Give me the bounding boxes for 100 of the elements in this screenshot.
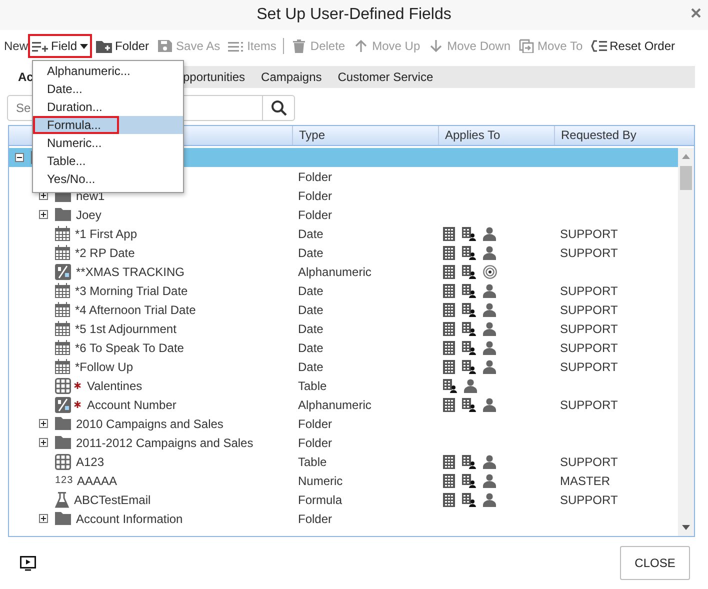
building-icon — [443, 322, 455, 336]
requested-by-cell: SUPPORT — [560, 398, 618, 412]
moveto-icon — [518, 39, 534, 53]
column-header[interactable]: Requested By — [554, 126, 694, 145]
building-icon — [443, 264, 455, 278]
person-icon — [483, 284, 496, 298]
expand-icon[interactable] — [39, 438, 48, 447]
type-cell: Date — [298, 302, 324, 316]
field-name: *4 Afternoon Trial Date — [75, 302, 196, 316]
up-icon — [353, 39, 370, 53]
building-person-icon — [462, 454, 476, 468]
type-cell: Alphanumeric — [298, 264, 372, 278]
numeric-icon: 123 — [55, 475, 72, 486]
building-person-icon — [462, 302, 476, 316]
field-name: *3 Morning Trial Date — [75, 284, 188, 298]
column-header[interactable]: Type — [292, 126, 438, 145]
type-cell: Folder — [298, 208, 332, 222]
building-icon — [443, 302, 455, 316]
type-cell: Folder — [298, 170, 332, 184]
menu-item[interactable]: Date... — [33, 80, 183, 98]
tab[interactable]: Campaigns — [253, 66, 330, 88]
menu-item[interactable]: Yes/No... — [33, 170, 183, 188]
expand-icon[interactable] — [39, 210, 48, 219]
field-name: *6 To Speak To Date — [75, 340, 184, 354]
search-button[interactable] — [263, 95, 295, 121]
field-name: *2 RP Date — [75, 246, 135, 260]
field-name: *Follow Up — [75, 360, 134, 374]
folder-icon — [55, 417, 71, 430]
menu-item[interactable]: Formula... — [33, 116, 183, 134]
field-name: 2010 Campaigns and Sales — [76, 416, 224, 430]
requested-by-cell: SUPPORT — [560, 454, 618, 468]
alphanumeric-icon — [55, 396, 71, 412]
person-icon — [483, 492, 496, 506]
menu-item[interactable]: Duration... — [33, 98, 183, 116]
requested-by-cell: SUPPORT — [560, 302, 618, 316]
calendar-icon — [55, 226, 70, 241]
type-cell: Folder — [298, 416, 332, 430]
scroll-down-icon[interactable] — [682, 525, 690, 530]
person-icon — [483, 454, 496, 468]
type-cell: Formula — [298, 492, 342, 506]
new-label: New — [4, 39, 28, 53]
scrollbar-thumb[interactable] — [680, 166, 692, 190]
field-name: Account Information — [76, 512, 183, 526]
building-person-icon — [462, 322, 476, 336]
slideshow-icon[interactable] — [20, 556, 36, 570]
type-cell: Folder — [298, 188, 332, 202]
target-icon — [483, 264, 497, 278]
folder-button[interactable]: Folder — [92, 34, 154, 58]
person-icon — [483, 340, 496, 354]
menu-item[interactable]: Alphanumeric... — [33, 62, 183, 80]
column-header[interactable]: Applies To — [438, 126, 554, 145]
requested-by-cell: SUPPORT — [560, 360, 618, 374]
requested-by-cell: SUPPORT — [560, 492, 618, 506]
building-icon — [443, 474, 455, 488]
person-icon — [483, 322, 496, 336]
type-cell: Table — [298, 378, 327, 392]
building-person-icon — [462, 284, 476, 298]
field-button[interactable]: Field — [28, 34, 92, 58]
building-person-icon — [462, 264, 476, 278]
folder-icon — [55, 208, 71, 221]
scrollbar[interactable] — [678, 148, 694, 536]
type-cell: Date — [298, 340, 324, 354]
calendar-icon — [55, 245, 70, 260]
building-person-icon — [462, 246, 476, 260]
requested-by-cell: SUPPORT — [560, 226, 618, 240]
building-icon — [443, 398, 455, 412]
person-icon — [464, 378, 477, 392]
expand-icon[interactable] — [39, 514, 48, 523]
items-icon — [228, 39, 244, 53]
requested-by-cell: SUPPORT — [560, 284, 618, 298]
field-name: ABCTestEmail — [74, 492, 151, 506]
person-icon — [483, 226, 496, 240]
field-name: *1 First App — [75, 226, 138, 240]
requested-by-cell: SUPPORT — [560, 322, 618, 336]
reset-button[interactable]: Reset Order — [586, 34, 679, 58]
field-name: Valentines — [87, 378, 142, 392]
type-cell: Date — [298, 322, 324, 336]
menu-item[interactable]: Numeric... — [33, 134, 183, 152]
folder-icon — [96, 39, 112, 53]
calendar-icon — [55, 321, 70, 336]
type-cell: Date — [298, 360, 324, 374]
person-icon — [483, 302, 496, 316]
close-button[interactable]: CLOSE — [620, 546, 690, 580]
flask-icon — [55, 492, 69, 508]
building-icon — [443, 246, 455, 260]
building-person-icon — [462, 474, 476, 488]
building-icon — [443, 340, 455, 354]
requested-by-cell: MASTER — [560, 474, 610, 488]
table-icon — [55, 378, 71, 394]
menu-item[interactable]: Table... — [33, 152, 183, 170]
collapse-icon[interactable] — [15, 153, 24, 162]
table-icon — [55, 454, 71, 470]
field-icon — [32, 39, 48, 53]
tab[interactable]: Customer Service — [330, 66, 442, 88]
field-name: Joey — [76, 208, 102, 222]
field-name: *5 1st Adjournment — [75, 322, 176, 336]
building-person-icon — [462, 226, 476, 240]
expand-icon[interactable] — [39, 419, 48, 428]
close-icon[interactable] — [690, 7, 702, 19]
building-person-icon — [462, 398, 476, 412]
